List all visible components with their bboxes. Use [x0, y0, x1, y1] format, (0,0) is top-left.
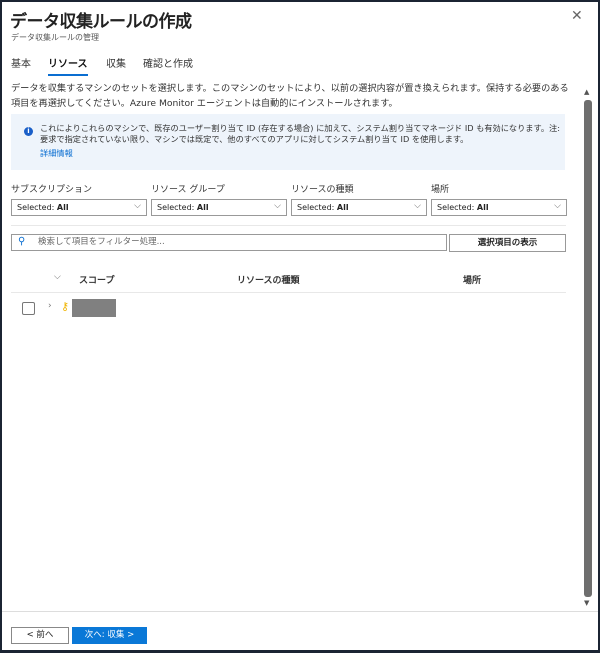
show-selected-button[interactable]: 選択項目の表示	[449, 234, 566, 252]
dropdown-prefix: Selected:	[437, 203, 477, 212]
search-input[interactable]: ⚲ 検索して項目をフィルター処理...	[11, 234, 447, 251]
row-checkbox[interactable]	[22, 302, 35, 315]
description: データを収集するマシンのセットを選択します。このマシンのセットにより、以前の選択…	[11, 83, 569, 109]
tab-collect[interactable]: 収集	[106, 55, 126, 70]
divider	[11, 225, 566, 226]
previous-button[interactable]: < 前へ	[11, 627, 69, 644]
info-icon: i	[24, 127, 33, 136]
dialog-window: データ収集ルールの作成 データ収集ルールの管理 ✕ 基本 リソース 収集 確認と…	[2, 2, 598, 650]
subscription-dropdown[interactable]: Selected: All ⌵	[11, 199, 147, 216]
resource-type-dropdown[interactable]: Selected: All ⌵	[291, 199, 427, 216]
subscription-label: サブスクリプション	[11, 185, 93, 195]
column-header-resource-type: リソースの種類	[237, 276, 300, 286]
page-title: データ収集ルールの作成	[10, 12, 192, 32]
key-icon: ⚷	[61, 300, 70, 313]
scroll-up-icon[interactable]: ▲	[584, 88, 589, 96]
divider	[11, 292, 566, 293]
dropdown-value: All	[476, 203, 489, 212]
dropdown-value: All	[336, 203, 349, 212]
collapse-all-chevron-icon[interactable]: ⌵	[54, 272, 61, 282]
tab-review-create[interactable]: 確認と作成	[143, 55, 193, 70]
column-header-scope: スコープ	[79, 276, 115, 286]
dropdown-prefix: Selected:	[17, 203, 57, 212]
next-button[interactable]: 次へ: 収集 >	[72, 627, 147, 644]
resource-group-label: リソース グループ	[151, 185, 225, 195]
redacted-scope-name	[72, 299, 116, 317]
resource-type-label: リソースの種類	[291, 185, 354, 195]
column-header-location: 場所	[463, 276, 482, 286]
chevron-down-icon: ⌵	[274, 201, 281, 211]
close-icon[interactable]: ✕	[571, 8, 583, 24]
chevron-down-icon: ⌵	[134, 201, 141, 211]
chevron-down-icon: ⌵	[414, 201, 421, 211]
page-subtitle: データ収集ルールの管理	[11, 33, 99, 42]
scroll-down-icon[interactable]: ▼	[584, 599, 589, 607]
chevron-down-icon: ⌵	[554, 201, 561, 211]
dropdown-prefix: Selected:	[297, 203, 337, 212]
dropdown-value: All	[56, 203, 69, 212]
dropdown-value: All	[196, 203, 209, 212]
footer-divider	[2, 611, 598, 612]
chevron-right-icon[interactable]: ›	[48, 301, 52, 311]
location-label: 場所	[431, 185, 450, 195]
search-placeholder: 検索して項目をフィルター処理...	[38, 237, 165, 247]
tab-basics[interactable]: 基本	[11, 55, 31, 70]
location-dropdown[interactable]: Selected: All ⌵	[431, 199, 567, 216]
scrollbar-thumb[interactable]	[584, 100, 592, 597]
info-banner: i これによりこれらのマシンで、既存のユーザー割り当て ID (存在する場合) …	[11, 114, 565, 170]
tab-resources[interactable]: リソース	[48, 55, 88, 76]
resource-group-dropdown[interactable]: Selected: All ⌵	[151, 199, 287, 216]
info-text: これによりこれらのマシンで、既存のユーザー割り当て ID (存在する場合) に加…	[40, 123, 560, 144]
learn-more-link[interactable]: 詳細情報	[40, 147, 73, 159]
search-icon: ⚲	[18, 236, 26, 247]
dropdown-prefix: Selected:	[157, 203, 197, 212]
